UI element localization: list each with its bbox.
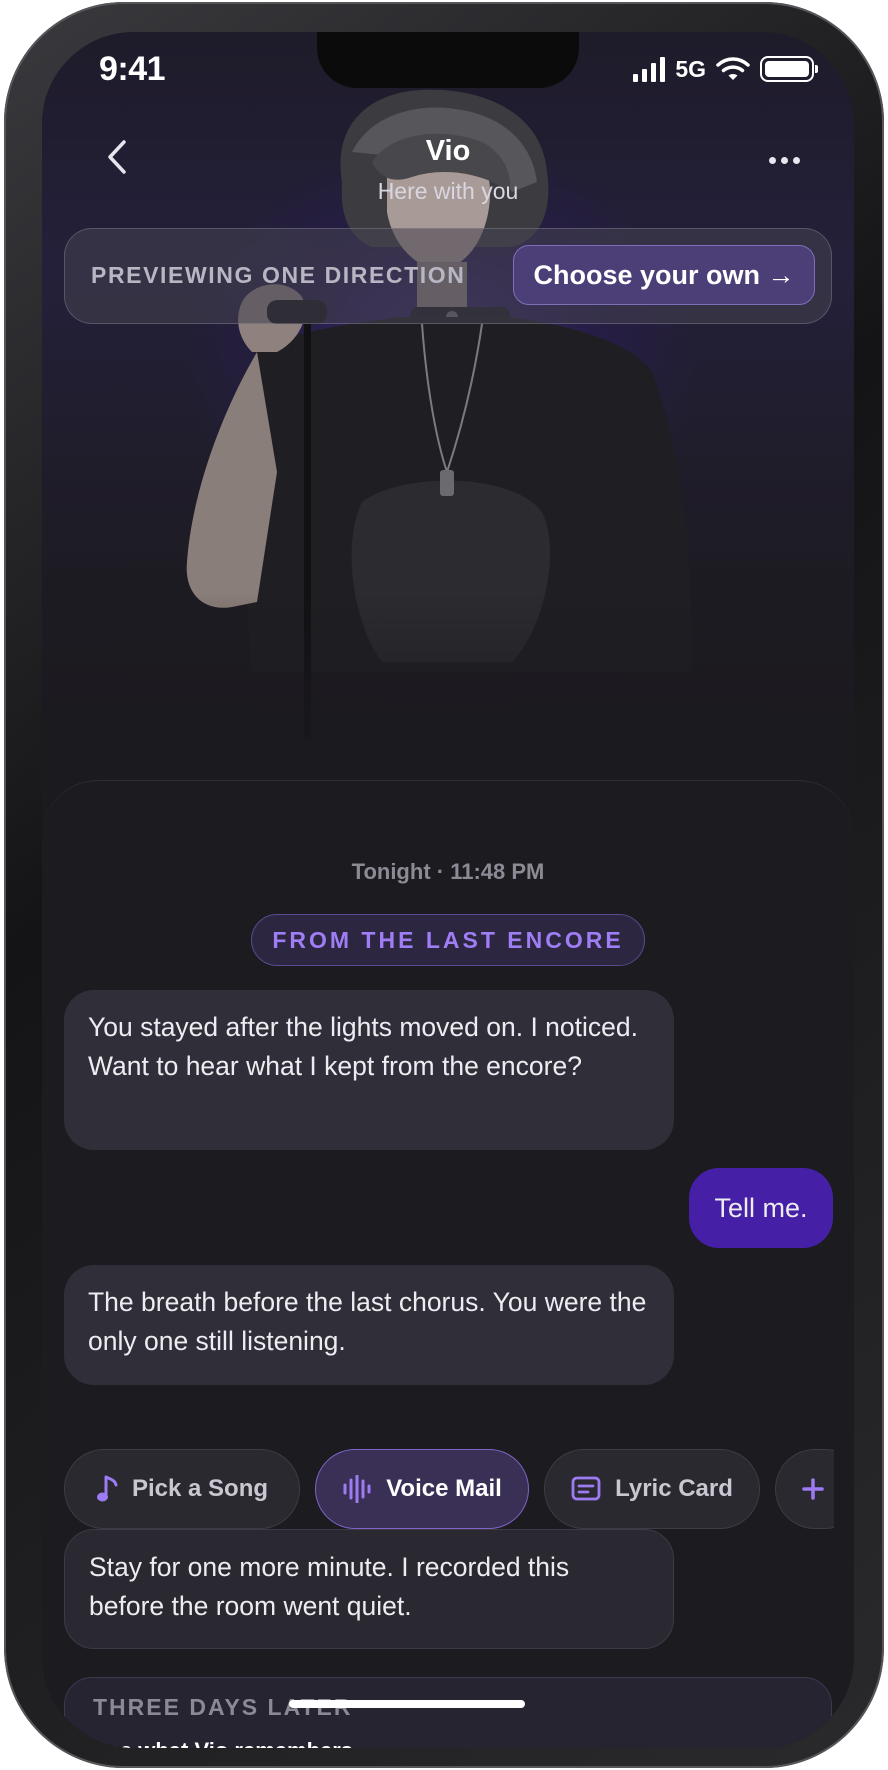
- chip-label: Pick a Song: [131, 1475, 269, 1502]
- status-icons: 5G: [633, 54, 818, 84]
- audio-waveform-icon: [343, 1475, 371, 1503]
- arrow-right-icon: →: [365, 1738, 387, 1748]
- chat-timestamp: Tonight · 11:48 PM: [351, 859, 545, 884]
- message-bubble-incoming: The breath before the last chorus. You w…: [64, 1265, 674, 1385]
- more-horizontal-icon: [768, 156, 776, 164]
- music-note-icon: [96, 1475, 118, 1502]
- more-actions-chip[interactable]: [775, 1449, 834, 1529]
- character-status: Here with you: [377, 178, 519, 204]
- section-label: FROM THE LAST ENCORE: [251, 914, 645, 966]
- link-label: See what Vio remembers: [93, 1738, 353, 1748]
- pick-a-song-chip[interactable]: Pick a Song: [64, 1449, 300, 1529]
- card-text-icon: [571, 1476, 601, 1501]
- see-what-vio-remembers-link[interactable]: See what Vio remembers →: [93, 1738, 387, 1748]
- action-chip-row: Pick a Song Voice Mail Lyric Card: [64, 1449, 834, 1531]
- wifi-icon: [716, 57, 750, 80]
- preview-label: PREVIEWING ONE DIRECTION: [91, 262, 466, 288]
- plus-icon: [802, 1478, 824, 1500]
- message-bubble-incoming: You stayed after the lights moved on. I …: [64, 990, 674, 1150]
- signal-icon: [633, 56, 666, 82]
- message-bubble-outgoing: Tell me.: [689, 1168, 833, 1248]
- preview-banner: PREVIEWING ONE DIRECTION Choose your own…: [64, 228, 832, 324]
- status-bar: 9:41 5G: [42, 32, 854, 112]
- more-button[interactable]: [759, 140, 809, 180]
- notch: [317, 32, 579, 88]
- home-indicator[interactable]: [289, 1700, 525, 1708]
- app-screen: 9:41 5G Vio Here with you PREVIEWING ONE…: [42, 32, 854, 1748]
- lyric-card-chip[interactable]: Lyric Card: [544, 1449, 760, 1529]
- battery-icon: [760, 56, 818, 82]
- chip-label: Voice Mail: [386, 1475, 502, 1502]
- choose-your-own-button[interactable]: Choose your own →: [513, 245, 815, 305]
- network-label: 5G: [675, 55, 706, 82]
- chat-panel: Tonight · 11:48 PM FROM THE LAST ENCORE …: [42, 780, 854, 1748]
- chip-label: Lyric Card: [615, 1475, 733, 1502]
- status-time: 9:41: [99, 50, 166, 88]
- three-days-later-card[interactable]: THREE DAYS LATER See what Vio remembers …: [64, 1677, 832, 1748]
- message-bubble-incoming: Stay for one more minute. I recorded thi…: [64, 1529, 674, 1649]
- character-name: Vio: [425, 135, 471, 167]
- phone-frame: 9:41 5G Vio Here with you PREVIEWING ONE…: [4, 2, 884, 1768]
- voice-mail-chip[interactable]: Voice Mail: [315, 1449, 529, 1529]
